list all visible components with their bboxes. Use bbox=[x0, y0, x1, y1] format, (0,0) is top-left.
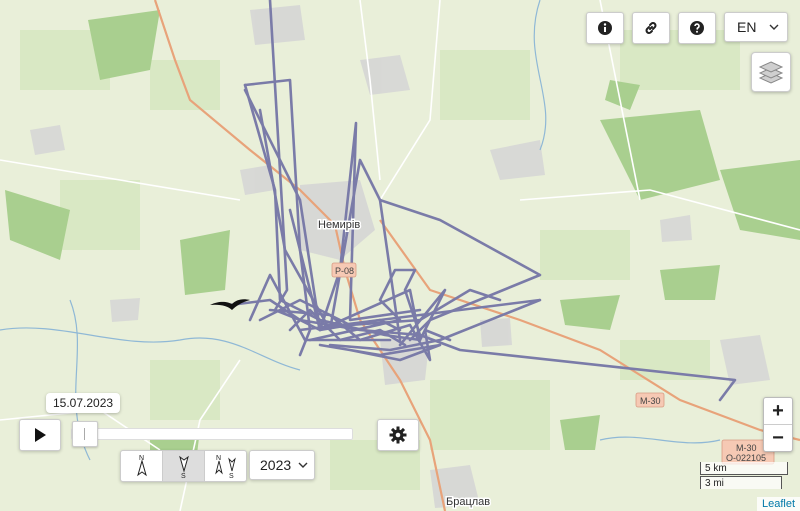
layers-icon bbox=[758, 61, 784, 84]
play-icon bbox=[35, 428, 46, 442]
svg-text:М-30: М-30 bbox=[736, 443, 757, 453]
svg-text:S: S bbox=[229, 473, 234, 479]
town-south-label: Брацлав bbox=[446, 496, 490, 508]
language-select[interactable]: EN bbox=[724, 12, 788, 42]
svg-text:S: S bbox=[181, 473, 186, 479]
chevron-down-icon bbox=[769, 24, 779, 30]
attribution-link[interactable]: Leaflet bbox=[756, 497, 800, 511]
north-south-arrows-icon: N S bbox=[214, 455, 236, 479]
timeline-slider-track[interactable] bbox=[71, 428, 353, 440]
help-button[interactable] bbox=[678, 12, 716, 44]
direction-south-button[interactable]: S bbox=[162, 451, 204, 481]
info-icon bbox=[598, 21, 612, 35]
year-select[interactable]: 2023 bbox=[249, 450, 315, 480]
zoom-control: + − bbox=[763, 397, 793, 452]
year-value: 2023 bbox=[260, 457, 292, 473]
direction-both-button[interactable]: N S bbox=[204, 451, 246, 481]
zoom-in-button[interactable]: + bbox=[764, 398, 792, 424]
settings-button[interactable] bbox=[377, 419, 419, 451]
road-shield-m30: М-30 bbox=[635, 392, 665, 408]
direction-toggle-group: N S N S bbox=[120, 450, 247, 482]
scale-imperial: 3 mi bbox=[700, 476, 782, 489]
scale-metric: 5 km bbox=[700, 462, 788, 475]
svg-text:Р-08: Р-08 bbox=[335, 266, 354, 276]
direction-north-button[interactable]: N bbox=[121, 451, 162, 481]
south-arrow-icon: S bbox=[178, 455, 189, 479]
language-value: EN bbox=[737, 19, 757, 35]
link-button[interactable] bbox=[632, 12, 670, 44]
layers-button[interactable] bbox=[751, 52, 791, 92]
svg-text:М-30: М-30 bbox=[640, 396, 661, 406]
north-arrow-icon: N bbox=[136, 455, 147, 477]
road-shield-p08: Р-08 bbox=[331, 262, 357, 278]
timeline-slider-thumb[interactable] bbox=[72, 421, 98, 447]
help-icon bbox=[690, 21, 704, 35]
scale-bar: 5 km 3 mi bbox=[700, 462, 788, 489]
chevron-down-icon bbox=[298, 462, 308, 468]
link-icon bbox=[645, 22, 657, 34]
gear-icon bbox=[389, 426, 407, 444]
play-button[interactable] bbox=[19, 419, 61, 451]
zoom-out-button[interactable]: − bbox=[764, 424, 792, 451]
svg-text:N: N bbox=[216, 455, 221, 462]
town-label: Немирів bbox=[318, 219, 360, 231]
info-button[interactable] bbox=[586, 12, 624, 44]
current-date-tooltip: 15.07.2023 bbox=[46, 393, 121, 413]
